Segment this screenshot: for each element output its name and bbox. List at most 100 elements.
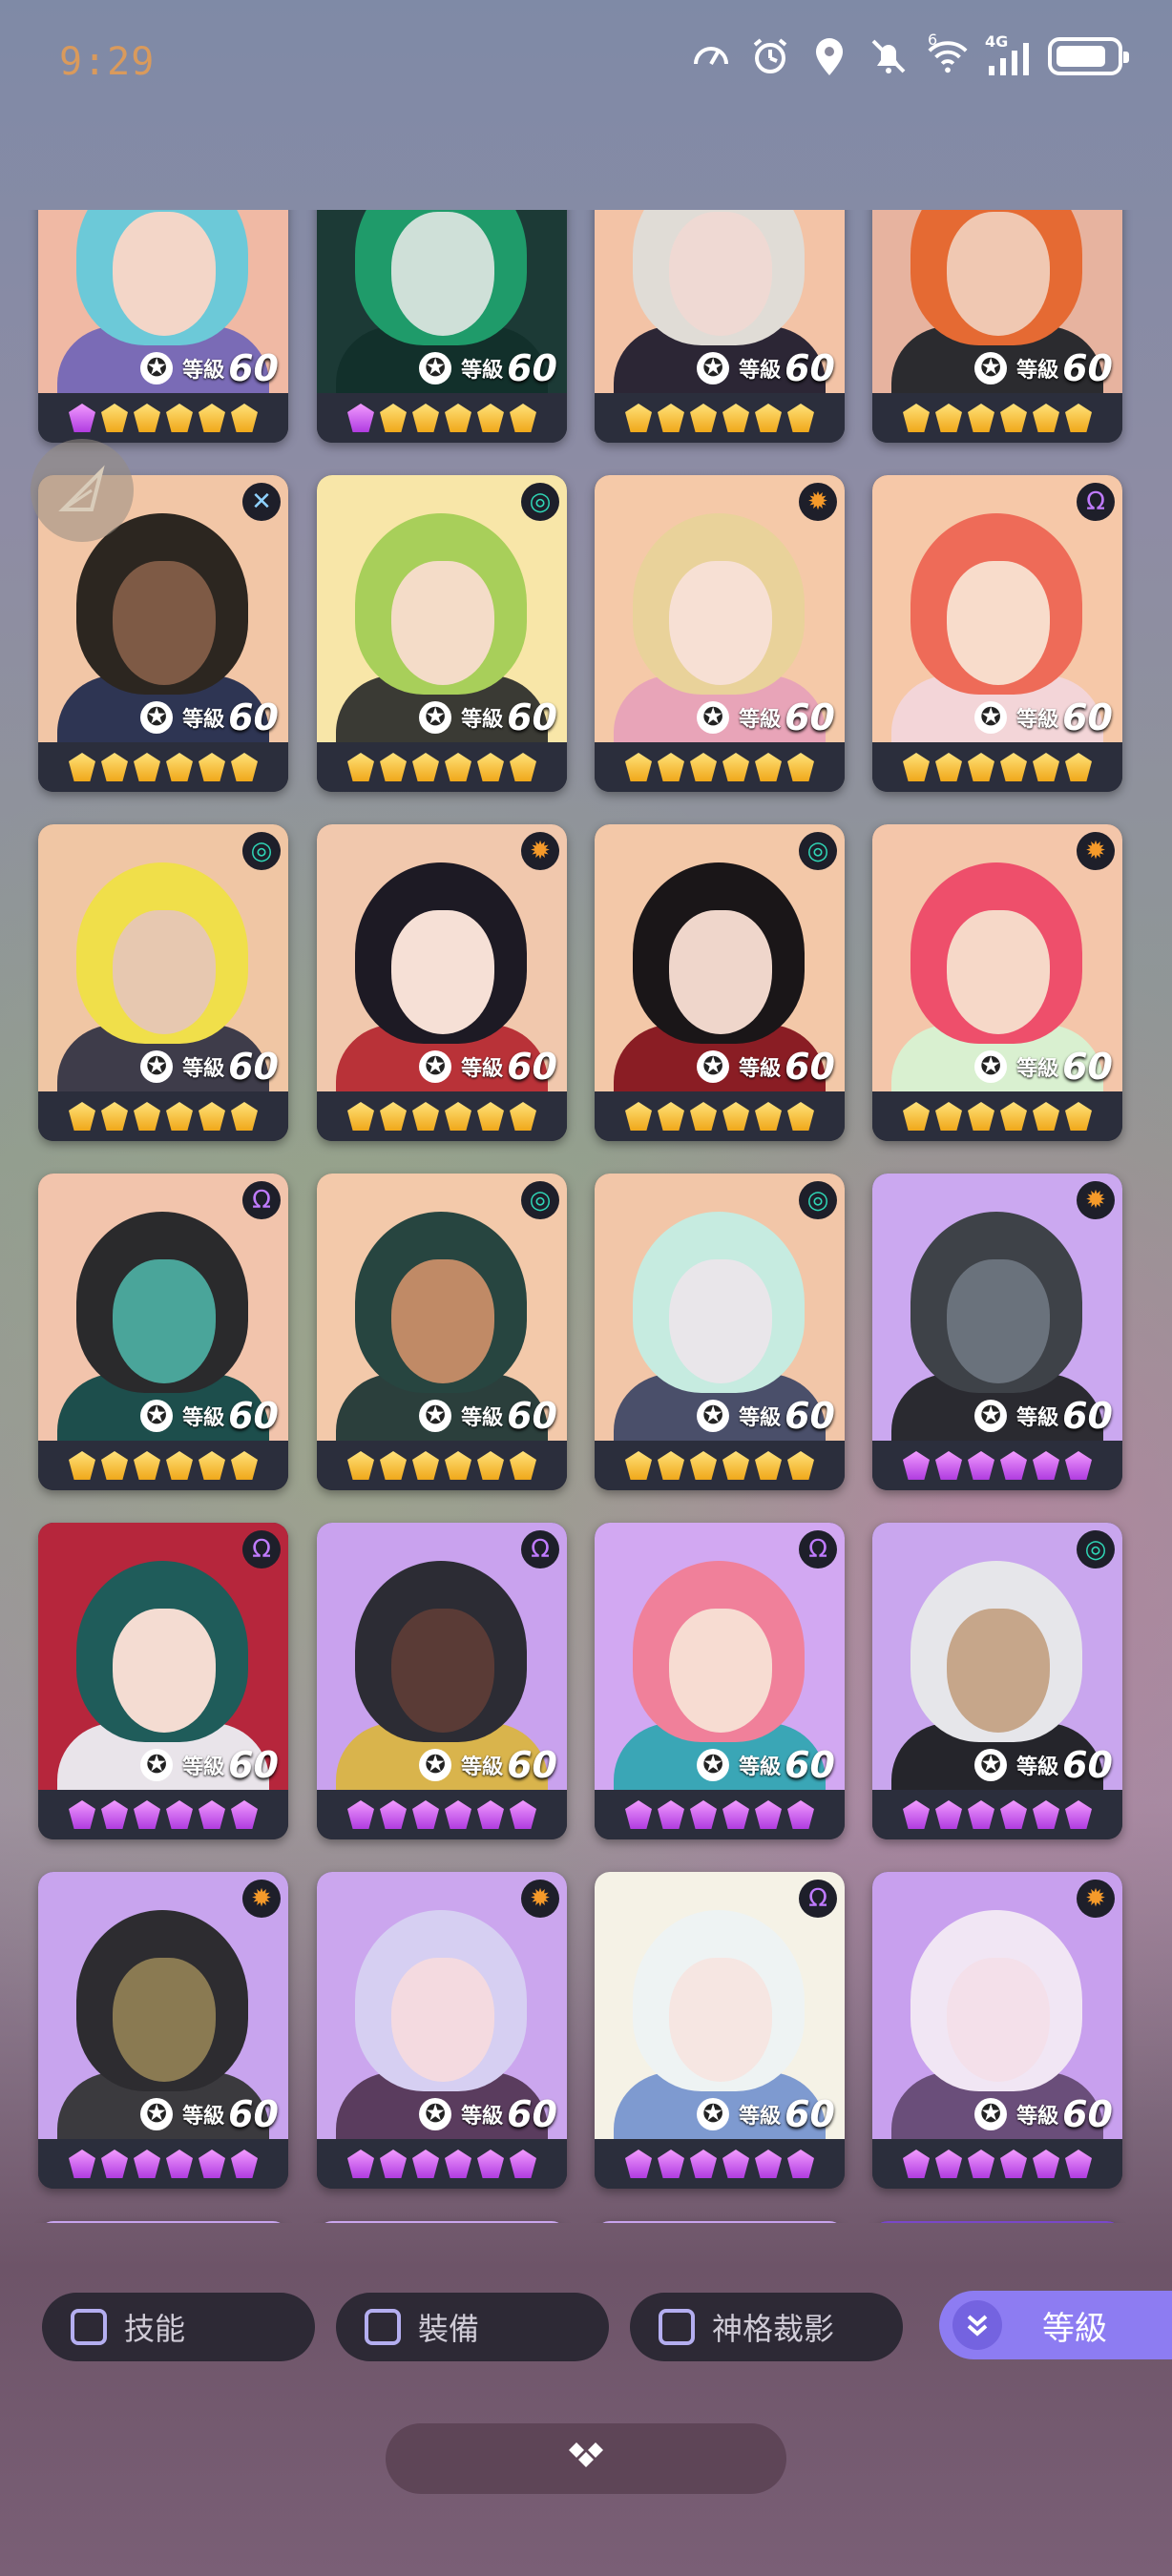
star-rating (872, 1091, 1122, 1141)
aperture-icon: ✪ (697, 1749, 730, 1781)
hero-card[interactable]: ◎✪等級60 (38, 824, 288, 1141)
purple-gem-icon (347, 1800, 374, 1829)
purple-gem-icon (1065, 2150, 1092, 2178)
purple-gem-icon (412, 1800, 439, 1829)
purple-gem-icon (477, 2150, 504, 2178)
gold-gem-icon (380, 1451, 407, 1480)
level-label: 等級 (461, 359, 504, 383)
hero-card[interactable]: ✪ 等級 60 (38, 210, 288, 443)
gold-gem-icon (199, 404, 225, 432)
portrait-face (391, 910, 494, 1034)
aperture-icon: ✪ (140, 1400, 174, 1432)
assistive-ball-icon[interactable] (31, 439, 134, 542)
star-rating (38, 393, 288, 443)
purple-gem-icon (445, 1800, 471, 1829)
purple-gem-icon (658, 1800, 684, 1829)
purple-gem-icon (134, 2150, 160, 2178)
aperture-icon: ✪ (140, 1749, 174, 1781)
location-icon (807, 34, 851, 78)
level-label: 等級 (739, 2105, 782, 2129)
star-rating (317, 393, 567, 443)
star-rating (317, 2139, 567, 2189)
sun-element-icon: ✹ (1077, 1880, 1115, 1918)
level-label: 等級 (1016, 1755, 1059, 1779)
hero-card[interactable]: ◎✪等級60 (317, 475, 567, 792)
hero-card[interactable]: ✹✪等級60 (595, 475, 845, 792)
hero-card[interactable]: ✹✪等級60 (317, 1872, 567, 2189)
purple-gem-icon (625, 1800, 652, 1829)
hero-card[interactable]: ◎✪等級60 (317, 1174, 567, 1490)
star-rating (38, 1441, 288, 1490)
collapse-panel-button[interactable] (386, 2423, 786, 2494)
gold-gem-icon (166, 753, 193, 781)
sun-element-icon: ✹ (521, 832, 559, 870)
equipment-filter-checkbox[interactable]: 裝備 (336, 2293, 609, 2361)
star-rating (38, 1091, 288, 1141)
skill-filter-checkbox[interactable]: 技能 (42, 2293, 315, 2361)
gold-gem-icon (134, 1451, 160, 1480)
hero-card[interactable]: ✹✪等級60 (872, 2221, 1122, 2223)
gold-gem-icon (231, 1102, 258, 1131)
hero-card[interactable]: ✹✪等級60 (38, 1872, 288, 2189)
level-label: 等級 (182, 359, 225, 383)
level-label: 等級 (182, 1755, 225, 1779)
level-value: 60 (1062, 1046, 1113, 1088)
sort-by-level-button[interactable]: 等級 (939, 2291, 1172, 2359)
hero-card[interactable]: Ω ✪ 等級 60 (595, 1523, 845, 1839)
hero-card[interactable]: ◎✪等級60 (317, 2221, 567, 2223)
level-value: 60 (228, 347, 279, 389)
portrait-face (669, 212, 772, 336)
gold-gem-icon (787, 404, 814, 432)
hero-card[interactable]: ✹✪等級60 (872, 1872, 1122, 2189)
divine-shadow-filter-checkbox[interactable]: 神格裁影 (630, 2293, 903, 2361)
aperture-icon: ✪ (974, 352, 1008, 384)
hero-card[interactable]: ✹✪等級60 (38, 2221, 288, 2223)
level-value: 60 (228, 2093, 279, 2135)
hero-card[interactable]: ✪ 等級 60 (595, 210, 845, 443)
hero-card[interactable]: ✹✪等級60 (317, 824, 567, 1141)
hero-card[interactable]: ✹✪等級60 (872, 824, 1122, 1141)
hero-card[interactable]: Ω ✪ 等級 60 (38, 1174, 288, 1490)
purple-gem-icon (445, 2150, 471, 2178)
purple-gem-icon (199, 2150, 225, 2178)
star-rating (872, 2139, 1122, 2189)
purple-gem-icon (755, 1800, 782, 1829)
portrait-face (391, 212, 494, 336)
gold-gem-icon (935, 753, 962, 781)
hero-card[interactable]: Ω ✪ 等級 60 (872, 475, 1122, 792)
hero-card[interactable]: ◎✪等級60 (595, 824, 845, 1141)
hero-card[interactable]: ◎✪等級60 (595, 2221, 845, 2223)
purple-gem-icon (722, 2150, 749, 2178)
hero-portrait (872, 2221, 1122, 2223)
purple-gem-icon (380, 1800, 407, 1829)
level-row: ✪ 等級 60 (317, 343, 567, 393)
gold-gem-icon (903, 753, 930, 781)
hero-card[interactable]: ✹✪等級60 (872, 1174, 1122, 1490)
hero-card[interactable]: ✪ 等級 60 (317, 210, 567, 443)
level-value: 60 (507, 1744, 557, 1786)
sun-element-icon: ✹ (799, 483, 837, 521)
purple-gem-icon (1065, 1800, 1092, 1829)
purple-gem-icon (755, 2150, 782, 2178)
gold-gem-icon (477, 1102, 504, 1131)
gold-gem-icon (477, 753, 504, 781)
hero-card[interactable]: Ω ✪ 等級 60 (595, 1872, 845, 2189)
hero-card[interactable]: ✪ 等級 60 (872, 210, 1122, 443)
portrait-face (947, 561, 1050, 685)
level-label: 等級 (182, 2105, 225, 2129)
portrait-face (669, 910, 772, 1034)
gold-gem-icon (101, 404, 128, 432)
gold-gem-icon (935, 1102, 962, 1131)
purple-gem-icon (690, 2150, 717, 2178)
purple-gem-icon (199, 1800, 225, 1829)
hero-card[interactable]: ◎✪等級60 (595, 1174, 845, 1490)
battery-level (1057, 46, 1105, 67)
level-value: 60 (1062, 696, 1113, 738)
hero-card[interactable]: ◎✪等級60 (872, 1523, 1122, 1839)
level-value: 60 (228, 1046, 279, 1088)
hero-card[interactable]: Ω ✪ 等級 60 (38, 1523, 288, 1839)
purple-gem-icon (412, 2150, 439, 2178)
gold-gem-icon (199, 1102, 225, 1131)
hero-card[interactable]: Ω ✪ 等級 60 (317, 1523, 567, 1839)
star-rating (595, 742, 845, 792)
